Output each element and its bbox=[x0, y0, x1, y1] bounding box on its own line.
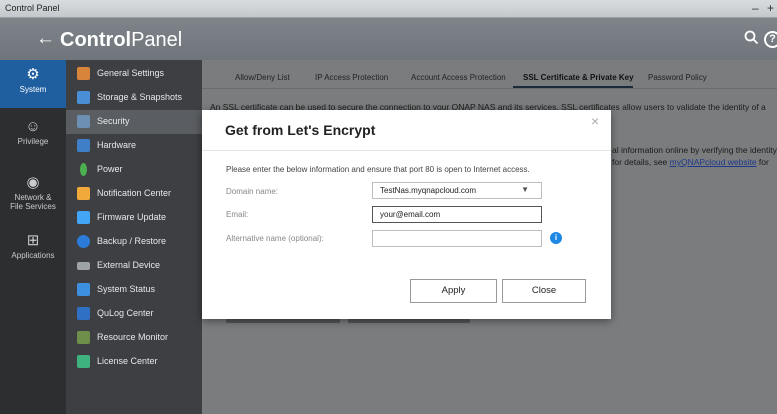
rail-label-line2: File Services bbox=[10, 202, 56, 211]
menu-label: Security bbox=[97, 116, 130, 126]
menu-item-hardware[interactable]: Hardware bbox=[66, 134, 202, 158]
dialog-divider bbox=[202, 150, 611, 151]
backup-icon bbox=[77, 235, 90, 248]
menu-item-power[interactable]: Power bbox=[66, 158, 202, 182]
tab-password-policy[interactable]: Password Policy bbox=[648, 73, 707, 82]
back-arrow-icon[interactable]: ← bbox=[36, 28, 55, 50]
shield-icon bbox=[77, 115, 90, 128]
dialog-title: Get from Let's Encrypt bbox=[225, 122, 376, 138]
email-label: Email: bbox=[226, 210, 249, 219]
lets-encrypt-dialog: Get from Let's Encrypt × Please enter th… bbox=[202, 110, 611, 319]
notification-icon bbox=[77, 187, 90, 200]
menu-label: QuLog Center bbox=[97, 308, 154, 318]
hardware-icon bbox=[77, 139, 90, 152]
rail-item-system[interactable]: ⚙ System bbox=[0, 60, 66, 108]
window-title-bar: Control Panel – + bbox=[0, 0, 777, 18]
rail-label: System bbox=[19, 85, 47, 94]
menu-label: Storage & Snapshots bbox=[97, 92, 183, 102]
firmware-icon bbox=[77, 211, 90, 224]
tab-account-access-protection[interactable]: Account Access Protection bbox=[411, 73, 506, 82]
category-rail: ⚙ System ☺ Privilege ◉ Network & File Se… bbox=[0, 60, 66, 414]
apply-button[interactable]: Apply bbox=[410, 279, 497, 303]
search-icon[interactable] bbox=[744, 30, 759, 50]
tab-ip-access-protection[interactable]: IP Access Protection bbox=[315, 73, 388, 82]
external-device-icon bbox=[77, 262, 90, 270]
menu-label: Power bbox=[97, 164, 123, 174]
rail-label: Network & bbox=[14, 193, 52, 202]
resource-monitor-icon bbox=[77, 331, 90, 344]
alternative-name-label: Alternative name (optional): bbox=[226, 234, 324, 243]
apps-grid-icon: ⊞ bbox=[26, 232, 40, 249]
rail-label: Privilege bbox=[17, 137, 49, 146]
menu-label: License Center bbox=[97, 356, 158, 366]
rail-item-privilege[interactable]: ☺ Privilege bbox=[0, 112, 66, 160]
domain-name-label: Domain name: bbox=[226, 187, 279, 196]
qulog-icon bbox=[77, 307, 90, 320]
globe-icon: ◉ bbox=[26, 174, 40, 191]
ssl-description-cont2: for details, see myQNAPcloud website for bbox=[612, 157, 769, 167]
menu-item-storage[interactable]: Storage & Snapshots bbox=[66, 86, 202, 110]
domain-name-select[interactable]: TestNas.myqnapcloud.com ▼ bbox=[372, 182, 542, 199]
general-settings-icon bbox=[77, 67, 90, 80]
window-title: Control Panel bbox=[5, 3, 60, 13]
tabs-divider bbox=[202, 88, 777, 89]
menu-item-security[interactable]: Security bbox=[66, 110, 202, 134]
menu-item-qulog-center[interactable]: QuLog Center bbox=[66, 302, 202, 326]
myqnapcloud-link[interactable]: myQNAPcloud website bbox=[670, 157, 757, 167]
email-value: your@email.com bbox=[380, 210, 441, 219]
close-button[interactable]: Close bbox=[502, 279, 586, 303]
menu-label: General Settings bbox=[97, 68, 165, 78]
info-icon[interactable]: i bbox=[550, 232, 562, 244]
user-icon: ☺ bbox=[25, 118, 41, 135]
menu-item-general-settings[interactable]: General Settings bbox=[66, 62, 202, 86]
power-icon bbox=[80, 163, 87, 176]
menu-item-firmware-update[interactable]: Firmware Update bbox=[66, 206, 202, 230]
ssl-description-cont: al information online by verifying the i… bbox=[612, 145, 777, 155]
rail-label: Applications bbox=[11, 251, 55, 260]
tab-ssl-certificate[interactable]: SSL Certificate & Private Key bbox=[523, 73, 634, 82]
system-menu: General Settings Storage & Snapshots Sec… bbox=[66, 60, 202, 414]
minimize-icon[interactable]: – bbox=[752, 1, 759, 15]
chevron-down-icon: ▼ bbox=[521, 185, 529, 194]
license-icon bbox=[77, 355, 90, 368]
app-header: ← ControlPanel ? bbox=[0, 18, 777, 60]
rail-item-applications[interactable]: ⊞ Applications bbox=[0, 226, 66, 274]
menu-label: Hardware bbox=[97, 140, 137, 150]
menu-label: Backup / Restore bbox=[97, 236, 167, 246]
email-field[interactable]: your@email.com bbox=[372, 206, 542, 223]
menu-item-system-status[interactable]: System Status bbox=[66, 278, 202, 302]
menu-label: Firmware Update bbox=[97, 212, 167, 222]
alternative-name-field[interactable] bbox=[372, 230, 542, 247]
help-icon[interactable]: ? bbox=[764, 31, 777, 48]
menu-item-license-center[interactable]: License Center bbox=[66, 350, 202, 374]
menu-item-backup-restore[interactable]: Backup / Restore bbox=[66, 230, 202, 254]
menu-label: Notification Center bbox=[97, 188, 172, 198]
app-title: ControlPanel bbox=[60, 29, 183, 51]
domain-name-value: TestNas.myqnapcloud.com bbox=[380, 186, 477, 195]
rail-item-network[interactable]: ◉ Network & File Services bbox=[0, 168, 66, 216]
system-status-icon bbox=[77, 283, 90, 296]
close-icon[interactable]: × bbox=[591, 114, 599, 128]
dialog-instructions: Please enter the below information and e… bbox=[226, 165, 530, 174]
storage-icon bbox=[77, 91, 90, 104]
menu-label: Resource Monitor bbox=[97, 332, 169, 342]
more-icon[interactable]: + bbox=[767, 1, 774, 15]
menu-item-notification-center[interactable]: Notification Center bbox=[66, 182, 202, 206]
menu-label: System Status bbox=[97, 284, 156, 294]
menu-label: External Device bbox=[97, 260, 161, 270]
menu-item-external-device[interactable]: External Device bbox=[66, 254, 202, 278]
menu-item-resource-monitor[interactable]: Resource Monitor bbox=[66, 326, 202, 350]
security-tabs: Allow/Deny List IP Access Protection Acc… bbox=[202, 60, 777, 89]
gear-icon: ⚙ bbox=[26, 66, 40, 83]
tab-allow-deny-list[interactable]: Allow/Deny List bbox=[235, 73, 290, 82]
